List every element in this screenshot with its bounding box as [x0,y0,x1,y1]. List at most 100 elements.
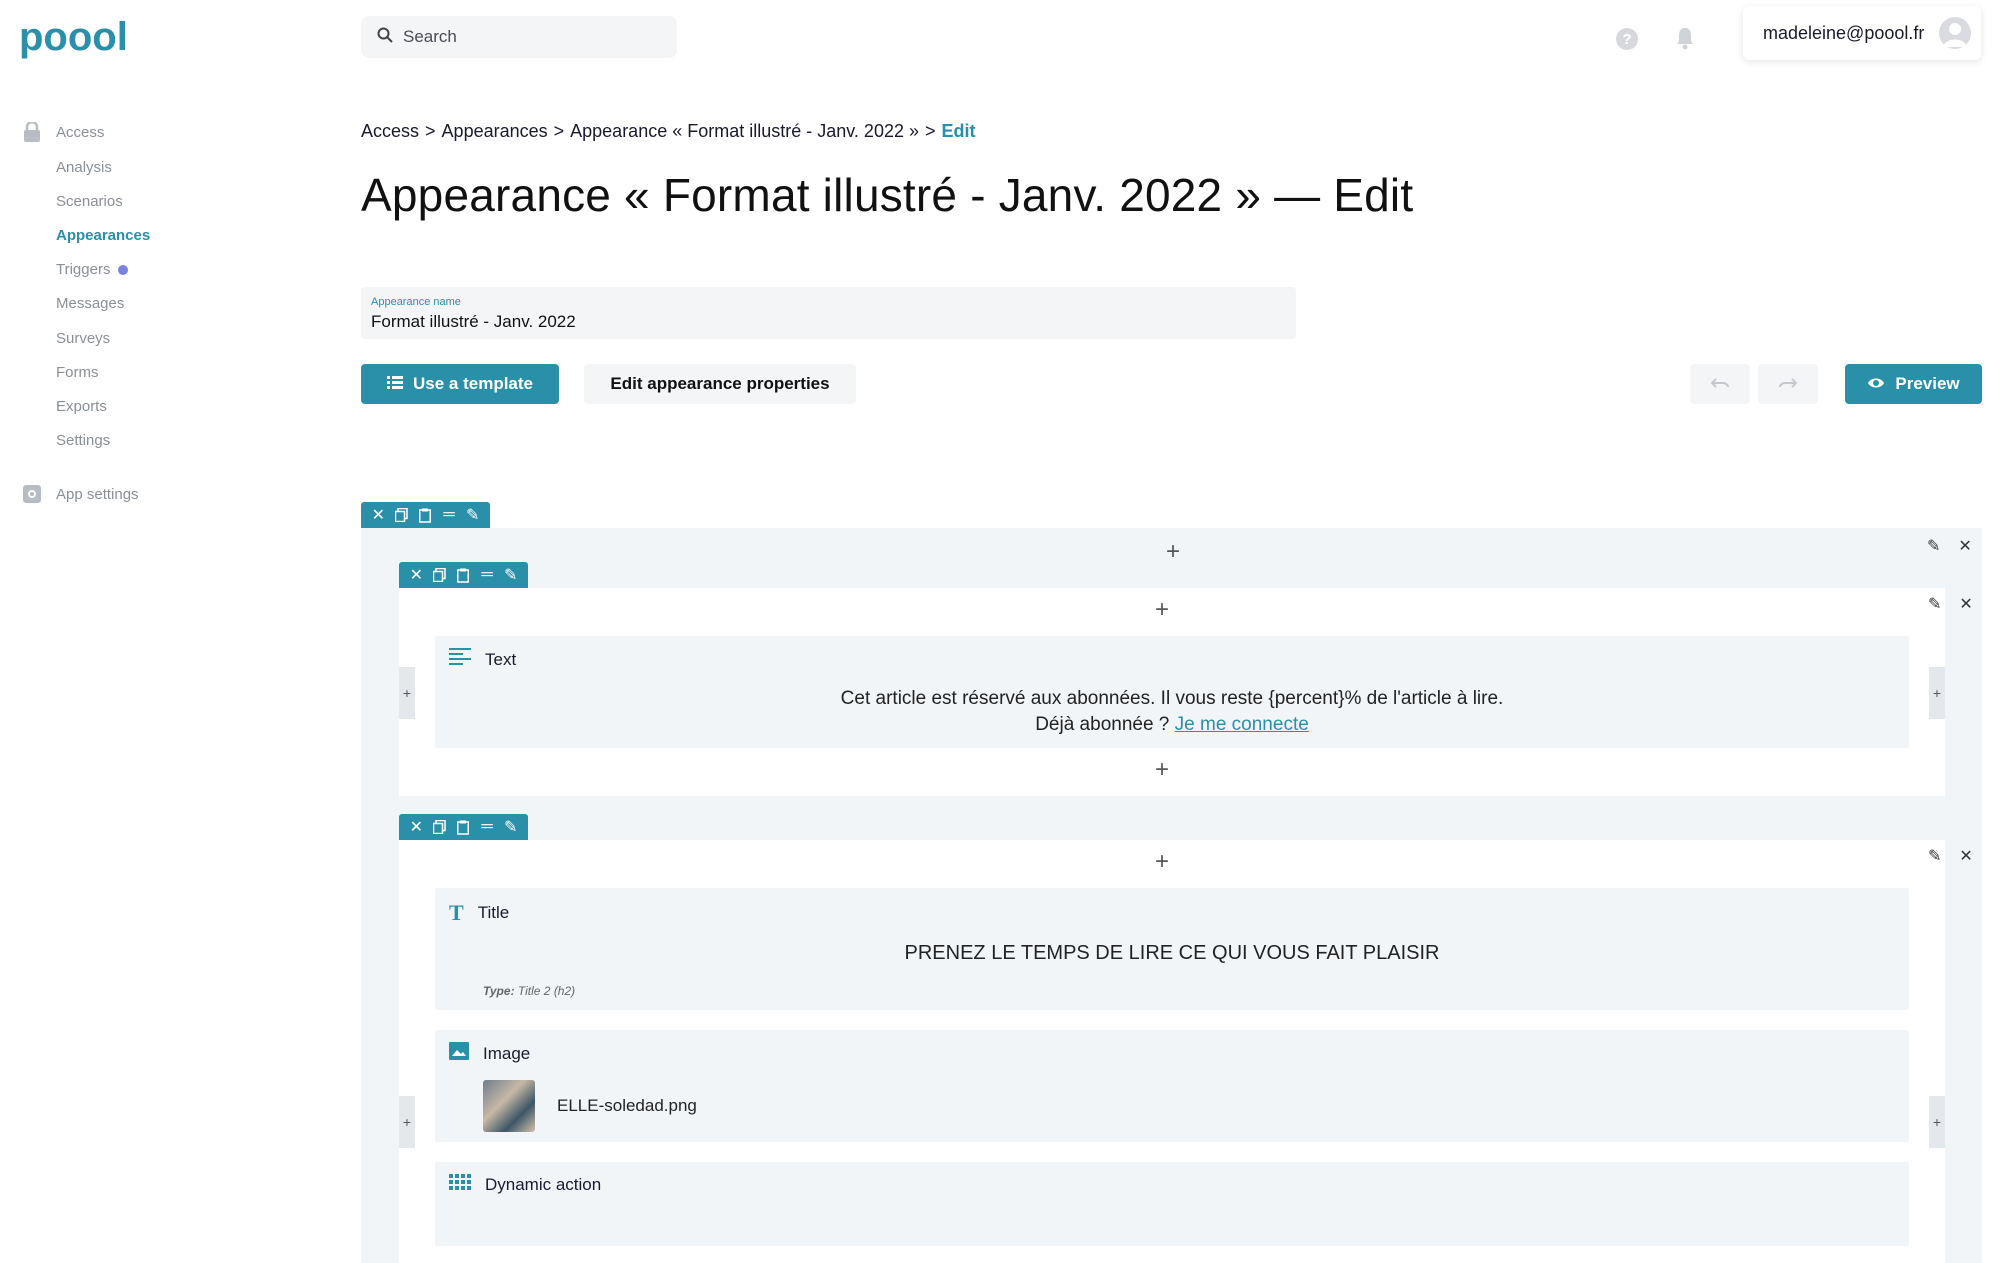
sidebar-item-messages[interactable]: Messages [56,295,124,312]
clipboard-icon[interactable] [456,819,471,835]
use-template-button[interactable]: Use a template [361,364,559,404]
drag-handle-icon[interactable]: ═ [480,818,495,835]
dynamic-action-label: Dynamic action [485,1174,602,1194]
add-column-left-icon[interactable]: + [399,667,415,719]
drag-handle-icon[interactable]: ═ [442,506,457,523]
dynamic-action-header: Dynamic action [449,1174,601,1195]
add-column-right-icon[interactable]: + [1929,1096,1945,1148]
sidebar-item-surveys[interactable]: Surveys [56,330,110,347]
notification-dot [118,265,129,276]
row-toolbar: ✕ ═ ✎ [399,562,528,588]
close-icon[interactable]: ✕ [1959,846,1972,866]
edit-properties-button[interactable]: Edit appearance properties [584,364,856,404]
clipboard-icon[interactable] [418,507,433,523]
user-menu[interactable]: madeleine@poool.fr [1743,6,1981,60]
template-icon [387,374,403,394]
close-icon[interactable]: ✕ [1958,536,1971,556]
text-widget-content: Cet article est réservé aux abonnées. Il… [435,686,1909,738]
sidebar-item-analysis[interactable]: Analysis [56,159,112,176]
breadcrumb-current: Edit [941,121,976,141]
breadcrumb: Access > Appearances > Appearance « Format i… [361,121,976,142]
grid-icon [449,1174,471,1195]
appearance-name-field[interactable]: Appearance name Format illustré - Janv. … [361,287,1296,339]
close-icon[interactable]: ✕ [371,507,386,524]
text-widget-header: Text [449,648,516,671]
pencil-icon[interactable]: ✎ [1928,846,1941,866]
bell-icon[interactable] [1674,26,1696,50]
add-column-right-icon[interactable]: + [1929,667,1945,719]
add-block-icon[interactable]: + [1161,538,1185,565]
title-type-line: Type: Title 2 (h2) [483,984,575,998]
undo-button[interactable] [1690,364,1750,404]
pencil-icon[interactable]: ✎ [1927,536,1940,556]
text-widget[interactable]: Text Cet article est réservé aux abonnée… [435,636,1909,748]
sidebar-group-app-settings-label: App settings [56,485,139,503]
user-email: madeleine@poool.fr [1763,22,1925,43]
sidebar-item-triggers-label: Triggers [56,261,111,278]
use-template-label: Use a template [413,374,533,393]
add-block-icon[interactable]: + [1150,848,1174,875]
pencil-icon[interactable]: ✎ [503,819,518,836]
text-widget-line2-prefix: Déjà abonnée ? [1035,714,1175,735]
row-controls: ✎ ✕ [1928,594,1973,614]
pencil-icon[interactable]: ✎ [1928,594,1941,614]
text-align-icon [449,648,471,671]
close-icon[interactable]: ✕ [409,567,424,584]
gear-icon [22,484,42,504]
text-widget-line1: Cet article est réservé aux abonnées. Il… [840,688,1504,709]
text-widget-line2: Déjà abonnée ? Je me connecte [435,712,1909,738]
pencil-icon[interactable]: ✎ [465,507,480,524]
title-widget-content: PRENEZ LE TEMPS DE LIRE CE QUI VOUS FAIT… [904,942,1440,964]
sidebar: Access Analysis Scenarios Appearances Tr… [0,0,340,1263]
sidebar-item-triggers[interactable]: Triggers [56,261,129,278]
sidebar-item-appearances[interactable]: Appearances [56,227,150,244]
row-toolbar: ✕ ═ ✎ [399,814,528,840]
sidebar-item-forms[interactable]: Forms [56,364,99,381]
container-controls: ✎ ✕ [1927,536,1972,556]
clipboard-icon[interactable] [456,567,471,583]
page-title: Appearance « Format illustré - Janv. 202… [361,169,1414,221]
avatar [1939,17,1971,49]
breadcrumb-appearance[interactable]: Appearance « Format illustré - Janv. 202… [570,121,919,141]
copy-icon[interactable] [433,819,448,835]
eye-icon [1867,374,1885,394]
appearance-name-label: Appearance name [371,296,461,308]
row-controls: ✎ ✕ [1928,846,1973,866]
title-icon: T [449,900,464,925]
add-block-icon[interactable]: + [1150,756,1174,783]
close-icon[interactable]: ✕ [409,819,424,836]
image-widget[interactable]: Image ELLE-soledad.png [435,1030,1909,1142]
sidebar-group-app-settings[interactable]: App settings [22,484,139,504]
breadcrumb-separator: > [425,121,436,141]
search-placeholder: Search [403,27,457,46]
breadcrumb-appearances[interactable]: Appearances [442,121,548,141]
search-icon [377,27,393,48]
title-type-label: Type: [483,984,515,998]
appearance-name-value: Format illustré - Janv. 2022 [371,312,576,331]
add-column-left-icon[interactable]: + [399,1096,415,1148]
pencil-icon[interactable]: ✎ [503,567,518,584]
image-widget-header: Image [449,1042,530,1065]
close-icon[interactable]: ✕ [1959,594,1972,614]
sidebar-group-access[interactable]: Access [22,122,104,142]
add-block-icon[interactable]: + [1150,596,1174,623]
row-block: + ✎ ✕ + + Text Cet article est réservé au… [399,588,1973,796]
redo-button[interactable] [1758,364,1818,404]
title-type-value: Title 2 (h2) [517,984,576,998]
dynamic-action-widget[interactable]: Dynamic action [435,1162,1909,1246]
sidebar-item-scenarios[interactable]: Scenarios [56,193,123,210]
title-widget[interactable]: T Title PRENEZ LE TEMPS DE LIRE CE QUI V… [435,888,1909,1010]
breadcrumb-access[interactable]: Access [361,121,419,141]
copy-icon[interactable] [395,507,410,523]
sidebar-group-access-label: Access [56,123,105,141]
drag-handle-icon[interactable]: ═ [480,566,495,583]
sidebar-item-exports[interactable]: Exports [56,398,107,415]
question-icon[interactable]: ? [1616,28,1638,50]
image-widget-label: Image [483,1043,531,1063]
copy-icon[interactable] [433,567,448,583]
sidebar-item-settings[interactable]: Settings [56,432,110,449]
login-link[interactable]: Je me connecte [1175,714,1309,735]
preview-button[interactable]: Preview [1845,364,1982,404]
lock-icon [22,122,42,142]
search-input[interactable]: Search [361,16,677,58]
